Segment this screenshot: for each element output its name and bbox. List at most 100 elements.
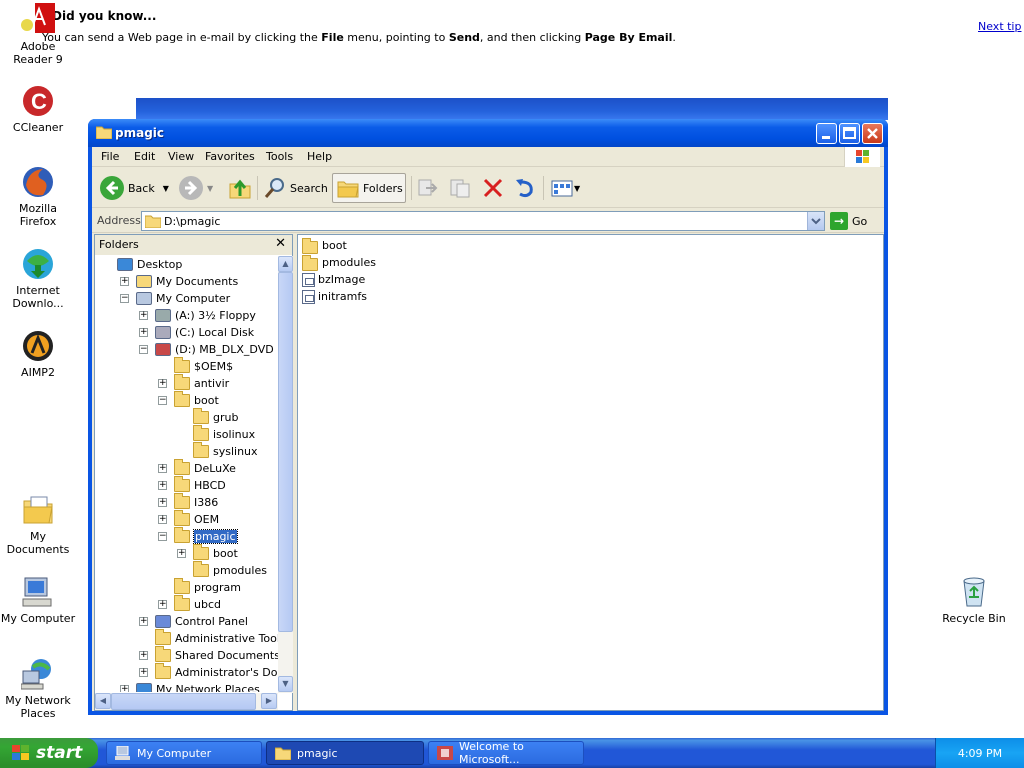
tree-node[interactable]: − My Computer (120, 290, 230, 307)
expand-toggle[interactable]: + (158, 379, 167, 388)
desktop-icon-firefox[interactable]: Mozilla Firefox (0, 165, 76, 228)
tree-node[interactable]: − pmagic (158, 527, 238, 545)
desktop-icon-ccleaner[interactable]: C CCleaner (0, 84, 76, 134)
tree-node[interactable]: Desktop (117, 256, 182, 273)
tree-node[interactable]: grub (193, 408, 238, 426)
start-button[interactable]: start (0, 738, 98, 768)
task-welcome[interactable]: Welcome to Microsoft... (428, 740, 584, 766)
collapse-toggle[interactable]: − (139, 345, 148, 354)
minimize-button[interactable] (816, 123, 837, 144)
tree-node[interactable]: + Control Panel (139, 613, 248, 630)
go-button[interactable]: → Go (830, 211, 880, 231)
task-pmagic[interactable]: pmagic (266, 741, 424, 765)
scroll-down-button[interactable]: ▼ (278, 676, 293, 692)
close-icon[interactable]: ✕ (275, 236, 286, 251)
expand-toggle[interactable]: + (139, 617, 148, 626)
views-dropdown-icon[interactable]: ▼ (574, 184, 580, 193)
tree-node[interactable]: + OEM (158, 510, 219, 528)
desktop-icon-idm[interactable]: Internet Downlo... (0, 247, 76, 310)
collapse-toggle[interactable]: − (158, 532, 167, 541)
undo-button[interactable] (513, 173, 537, 203)
folders-button[interactable]: Folders (332, 173, 406, 203)
menu-edit[interactable]: Edit (134, 150, 155, 163)
tree-node[interactable]: + DeLuXe (158, 459, 236, 477)
tree-node[interactable]: pmodules (193, 561, 267, 579)
tree-node[interactable]: − boot (158, 391, 219, 409)
scroll-thumb[interactable] (278, 272, 293, 632)
tree-node[interactable]: + (A:) 3½ Floppy (139, 307, 256, 324)
file-item-bzimage[interactable]: bzImage (302, 271, 365, 288)
back-dropdown-icon[interactable]: ▼ (163, 184, 169, 193)
scroll-right-button[interactable]: ▶ (261, 693, 277, 709)
menu-file[interactable]: File (101, 150, 119, 163)
address-input[interactable]: D:\pmagic (141, 211, 825, 231)
scroll-up-button[interactable]: ▲ (278, 256, 293, 272)
address-dropdown-button[interactable] (807, 212, 824, 230)
expand-toggle[interactable]: + (139, 651, 148, 660)
forward-dropdown-icon[interactable]: ▼ (207, 184, 213, 193)
tree-node[interactable]: + My Network Places (120, 681, 260, 692)
file-item-pmodules[interactable]: pmodules (302, 254, 376, 271)
tree-node-label: Shared Documents (175, 649, 278, 662)
menu-tools[interactable]: Tools (266, 150, 293, 163)
expand-toggle[interactable]: + (120, 277, 129, 286)
tree-node[interactable]: + antivir (158, 374, 229, 392)
tree-node[interactable]: − (D:) MB_DLX_DVD (139, 341, 274, 358)
menu-view[interactable]: View (168, 150, 194, 163)
expand-toggle[interactable]: + (139, 668, 148, 677)
forward-button[interactable]: ▼ (179, 173, 213, 203)
expand-toggle[interactable]: + (139, 311, 148, 320)
tree-node[interactable]: + ubcd (158, 595, 221, 613)
scroll-left-button[interactable]: ◀ (95, 693, 111, 709)
tree-node[interactable]: Administrative Tools (155, 629, 278, 647)
back-button[interactable]: Back ▼ (100, 173, 169, 203)
expand-toggle[interactable]: + (158, 481, 167, 490)
desktop-icon-network-places[interactable]: My Network Places (0, 657, 76, 720)
expand-toggle[interactable]: + (120, 685, 129, 692)
tree-horizontal-scrollbar[interactable]: ◀ ▶ (95, 693, 278, 710)
collapse-toggle[interactable]: − (120, 294, 129, 303)
desktop-icon-aimp2[interactable]: AIMP2 (0, 329, 76, 379)
expand-toggle[interactable]: + (158, 464, 167, 473)
expand-toggle[interactable]: + (158, 498, 167, 507)
tree-node[interactable]: $OEM$ (174, 357, 233, 375)
expand-toggle[interactable]: + (177, 549, 186, 558)
tree-node[interactable]: syslinux (193, 442, 258, 460)
delete-button[interactable] (481, 173, 505, 203)
tree-node[interactable]: + HBCD (158, 476, 226, 494)
tree-node[interactable]: + boot (177, 544, 238, 562)
desktop-icon-adobe-reader[interactable]: Adobe Reader 9 (0, 3, 76, 66)
expand-toggle[interactable]: + (139, 328, 148, 337)
desktop-icon-my-computer[interactable]: My Computer (0, 575, 76, 625)
expand-toggle[interactable]: + (158, 600, 167, 609)
copy-to-button[interactable] (448, 173, 472, 203)
tree-node[interactable]: + My Documents (120, 273, 238, 290)
next-tip-link[interactable]: Next tip (978, 20, 1021, 33)
tree-node[interactable]: + Administrator's Documents (139, 663, 278, 681)
file-item-boot[interactable]: boot (302, 237, 347, 254)
collapse-toggle[interactable]: − (158, 396, 167, 405)
menu-help[interactable]: Help (307, 150, 332, 163)
file-item-initramfs[interactable]: initramfs (302, 288, 367, 305)
tree-node[interactable]: program (174, 578, 241, 596)
expand-toggle[interactable]: + (158, 515, 167, 524)
desktop-icon-my-documents[interactable]: My Documents (0, 493, 76, 556)
close-button[interactable] (862, 123, 883, 144)
move-to-button[interactable] (416, 173, 440, 203)
address-bar: Address D:\pmagic → Go (92, 209, 884, 233)
tree-node[interactable]: + Shared Documents (139, 646, 278, 664)
menu-favorites[interactable]: Favorites (205, 150, 255, 163)
tree-node[interactable]: + (C:) Local Disk (139, 324, 254, 341)
tree-vertical-scrollbar[interactable]: ▲ ▼ (278, 256, 293, 693)
maximize-button[interactable] (839, 123, 860, 144)
clock[interactable]: 4:09 PM (958, 747, 1002, 760)
horizontal-scroll-thumb[interactable] (111, 693, 256, 710)
window-titlebar[interactable]: pmagic (88, 119, 888, 147)
views-button[interactable]: ▼ (550, 173, 580, 203)
desktop-icon-recycle-bin[interactable]: Recycle Bin (936, 575, 1012, 625)
tree-node[interactable]: isolinux (193, 425, 255, 443)
search-button[interactable]: Search (263, 173, 328, 203)
tree-node[interactable]: + I386 (158, 493, 218, 511)
task-my-computer[interactable]: My Computer (106, 741, 262, 765)
up-folder-button[interactable] (228, 173, 252, 203)
